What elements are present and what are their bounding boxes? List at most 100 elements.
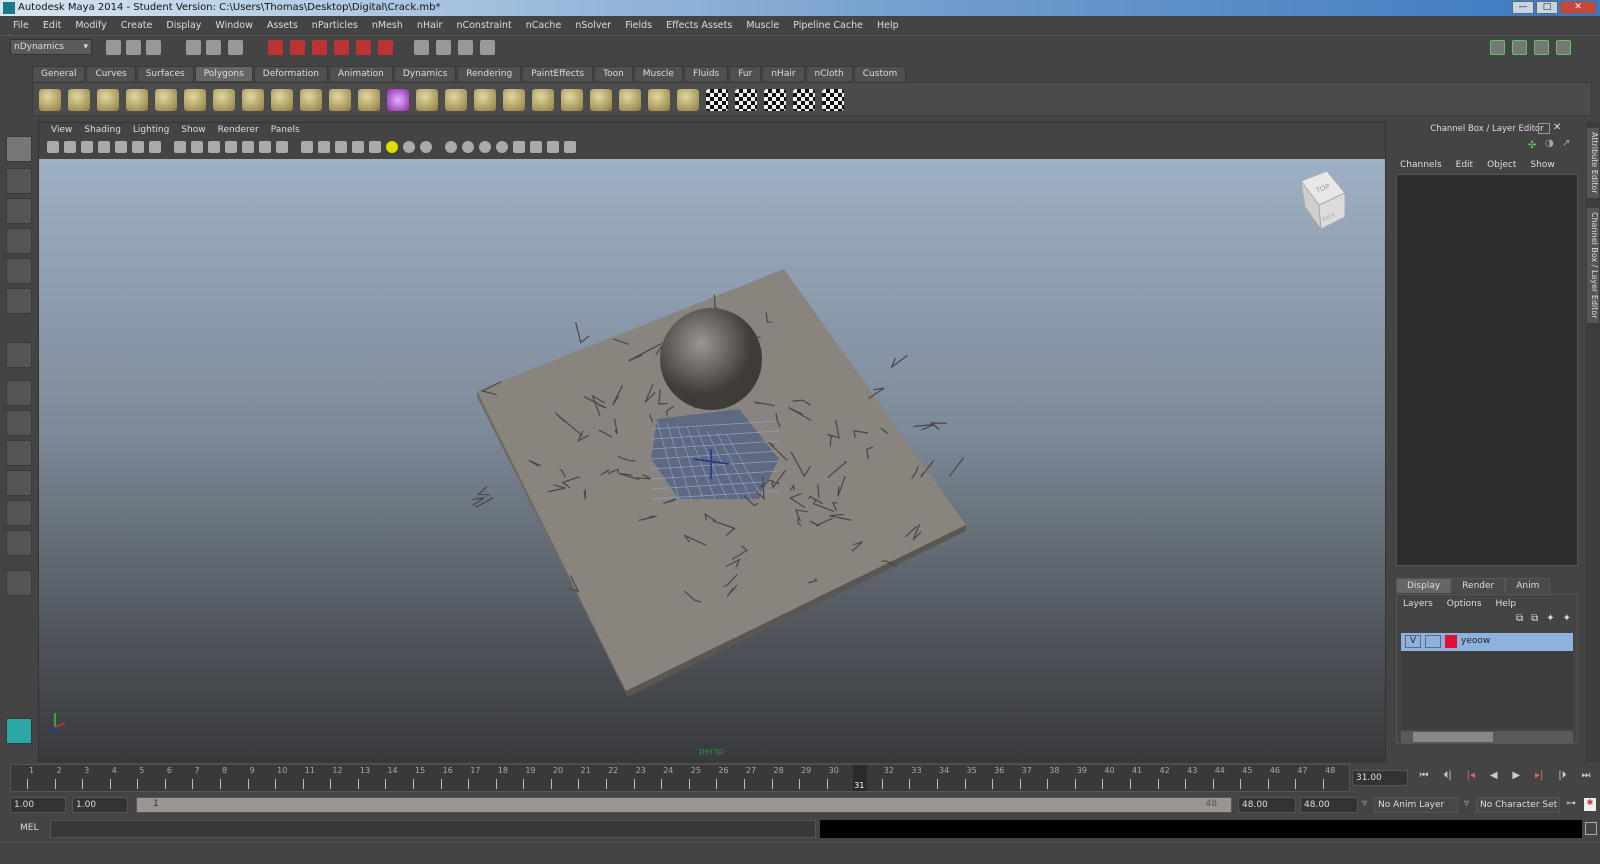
layer-tab-anim[interactable]: Anim <box>1505 578 1551 593</box>
viewport-tool-icon[interactable] <box>403 141 415 153</box>
viewport-tool-icon[interactable] <box>259 141 271 153</box>
persp-outliner-tool-icon[interactable] <box>6 500 32 526</box>
shelf-tab-nhair[interactable]: nHair <box>762 66 805 81</box>
mel-label[interactable]: MEL <box>20 823 38 833</box>
shelf-tab-rendering[interactable]: Rendering <box>457 66 522 81</box>
status-tool-icon[interactable] <box>290 40 305 55</box>
attribute-editor-tab[interactable]: Attribute Editor <box>1587 128 1599 198</box>
poly-pyramid-icon[interactable] <box>213 89 235 111</box>
layer-menu-help[interactable]: Help <box>1496 599 1517 609</box>
step-forward-frame-icon[interactable]: |⏵ <box>1558 770 1566 786</box>
spherical-map-icon[interactable] <box>793 89 815 111</box>
status-tool-icon[interactable] <box>312 40 327 55</box>
viewport-tool-icon[interactable] <box>445 141 457 153</box>
viewport-tool-icon[interactable] <box>64 141 76 153</box>
shelf-tab-animation[interactable]: Animation <box>328 66 393 81</box>
command-input[interactable] <box>50 820 816 838</box>
maximize-button[interactable]: □ <box>1536 1 1558 14</box>
anim-layer-dropdown[interactable]: No Anim Layer <box>1374 797 1458 813</box>
shelf-tab-general[interactable]: General <box>32 66 86 81</box>
menu-modify[interactable]: Modify <box>68 20 113 31</box>
viewport-tool-icon[interactable] <box>174 141 186 153</box>
poly-helix-icon[interactable] <box>271 89 293 111</box>
time-slider[interactable]: 1 2 3 4 5 6 7 8 9 10 11 12 13 14 15 16 17 18 19 20 21 22 23 24 2… <box>10 764 1350 792</box>
viewport-menu-renderer[interactable]: Renderer <box>212 125 265 139</box>
character-set-dropdown[interactable]: No Character Set <box>1476 797 1560 813</box>
poly-plane-icon[interactable] <box>155 89 177 111</box>
menu-nconstraint[interactable]: nConstraint <box>449 20 518 31</box>
lasso-tool-icon[interactable] <box>6 168 32 194</box>
preferences-icon[interactable]: ✱ <box>1584 798 1596 811</box>
viewport-menu-panels[interactable]: Panels <box>265 125 306 139</box>
end-time-field[interactable]: 48.00 <box>1300 797 1358 813</box>
menu-nmesh[interactable]: nMesh <box>365 20 410 31</box>
viewport-tool-icon[interactable] <box>496 141 508 153</box>
layer-row[interactable]: V yeoow <box>1401 633 1573 651</box>
go-to-end-icon[interactable]: ⏭ <box>1582 770 1591 786</box>
view-cube[interactable]: TOP BACK <box>1300 170 1346 231</box>
viewport-tool-icon[interactable] <box>513 141 525 153</box>
chevron-down-icon[interactable]: ▿ <box>1464 798 1469 809</box>
poly-torus-icon[interactable] <box>184 89 206 111</box>
viewport-tool-icon[interactable] <box>386 141 398 153</box>
range-slider[interactable]: 1 48 <box>136 797 1232 813</box>
viewport-menu-lighting[interactable]: Lighting <box>127 125 175 139</box>
smooth-icon[interactable] <box>358 89 380 111</box>
menu-assets[interactable]: Assets <box>260 20 305 31</box>
more-layouts-tool-icon[interactable] <box>6 570 32 596</box>
checker-uv-icon[interactable] <box>706 89 728 111</box>
step-back-key-icon[interactable]: |◂ <box>1467 770 1475 786</box>
manipulator-icon[interactable]: ✣ <box>1528 140 1536 151</box>
step-forward-key-icon[interactable]: ▸| <box>1535 770 1543 786</box>
menu-window[interactable]: Window <box>208 20 259 31</box>
channel-menu-show[interactable]: Show <box>1530 160 1554 170</box>
viewport-tool-icon[interactable] <box>420 141 432 153</box>
layout-toggle-icon[interactable] <box>1490 40 1505 55</box>
separate-icon[interactable] <box>300 89 322 111</box>
close-panel-icon[interactable]: ✕ <box>1553 122 1561 133</box>
shelf-tab-polygons[interactable]: Polygons <box>194 66 253 81</box>
status-tool-icon[interactable] <box>126 40 141 55</box>
menu-fields[interactable]: Fields <box>618 20 659 31</box>
viewport-tool-icon[interactable] <box>115 141 127 153</box>
menu-help[interactable]: Help <box>870 20 906 31</box>
layer-tab-display[interactable]: Display <box>1396 578 1452 593</box>
status-tool-icon[interactable] <box>480 40 495 55</box>
menu-create[interactable]: Create <box>114 20 160 31</box>
viewport-tool-icon[interactable] <box>149 141 161 153</box>
mirror-icon[interactable] <box>677 89 699 111</box>
shelf-tab-surfaces[interactable]: Surfaces <box>136 66 194 81</box>
viewport-tool-icon[interactable] <box>81 141 93 153</box>
planar-map-icon[interactable] <box>735 89 757 111</box>
booleans-icon[interactable] <box>387 89 409 111</box>
scrollbar-thumb[interactable] <box>1413 732 1493 742</box>
shelf-tab-painteffects[interactable]: PaintEffects <box>522 66 594 81</box>
layer-scrollbar[interactable] <box>1401 731 1573 743</box>
channel-menu-edit[interactable]: Edit <box>1456 160 1473 170</box>
shelf-tab-curves[interactable]: Curves <box>86 66 136 81</box>
shelf-tab-muscle[interactable]: Muscle <box>633 66 683 81</box>
fill-hole-icon[interactable] <box>648 89 670 111</box>
viewport-tool-icon[interactable] <box>208 141 220 153</box>
viewport-tool-icon[interactable] <box>242 141 254 153</box>
viewport-tool-icon[interactable] <box>276 141 288 153</box>
step-back-frame-icon[interactable]: ⏴| <box>1443 770 1451 786</box>
uv-editor-icon[interactable] <box>822 89 844 111</box>
shelf-tab-deformation[interactable]: Deformation <box>253 66 328 81</box>
layout-toggle-icon[interactable] <box>1512 40 1527 55</box>
poly-cylinder-icon[interactable] <box>97 89 119 111</box>
paint-select-tool-icon[interactable] <box>6 198 32 224</box>
play-backwards-icon[interactable]: ◀ <box>1490 770 1498 786</box>
channel-box-tab[interactable]: Channel Box / Layer Editor <box>1587 208 1599 323</box>
viewport-tool-icon[interactable] <box>462 141 474 153</box>
sphere[interactable] <box>660 308 762 410</box>
new-layer-icon[interactable]: ✦ <box>1546 613 1554 624</box>
viewport-tool-icon[interactable] <box>225 141 237 153</box>
status-tool-icon[interactable] <box>436 40 451 55</box>
key-icon[interactable]: ⊶ <box>1566 798 1576 809</box>
script-editor-icon[interactable] <box>1585 822 1597 835</box>
insert-loop-icon[interactable] <box>532 89 554 111</box>
scale-tool-icon[interactable] <box>6 288 32 314</box>
hypershade-layout-tool-icon[interactable] <box>6 530 32 556</box>
float-panel-icon[interactable] <box>1538 123 1550 134</box>
